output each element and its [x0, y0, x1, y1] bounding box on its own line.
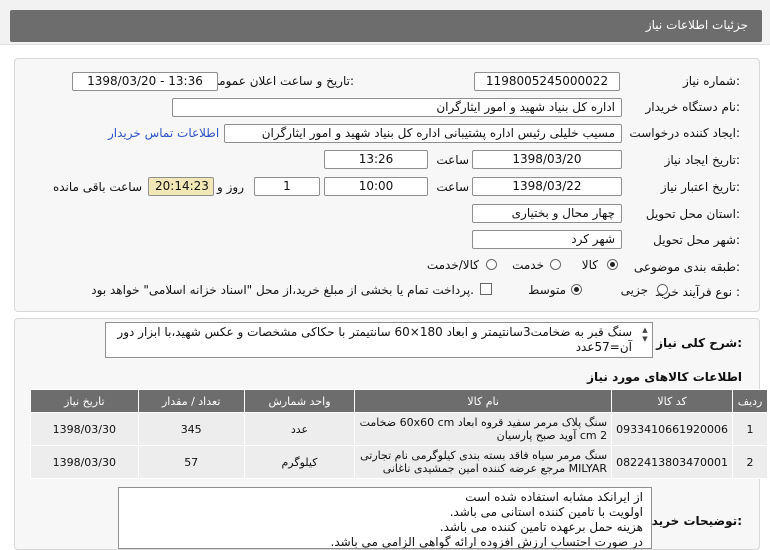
treasury-payment-checkbox[interactable]	[480, 283, 492, 295]
need-number-label: شماره نیاز:	[682, 74, 740, 88]
created-time-field: 13:26	[324, 150, 428, 169]
notes-line: اولویت با تامین کننده استانی می باشد.	[449, 505, 643, 519]
col-unit: واحد شمارش	[243, 389, 356, 413]
province-field: چهار محال و بختیاری	[472, 204, 622, 223]
validity-time-label: ساعت	[436, 180, 469, 194]
city-label: شهر محل تحویل:	[653, 233, 740, 247]
table-row: 1 0933410661920006 سنگ پلاک مرمر سفید قر…	[30, 412, 768, 446]
summary-scroll-icon[interactable]: ▲ ▼	[640, 326, 650, 344]
summary-label: شرح کلی نیاز:	[656, 336, 742, 350]
cell-quantity: 345	[137, 412, 245, 446]
created-date-label: تاریخ ایجاد نیاز:	[664, 153, 740, 167]
province-label: استان محل تحویل:	[645, 207, 740, 221]
cell-quantity: 57	[137, 445, 245, 479]
process-radio-minor[interactable]	[657, 284, 668, 295]
cell-unit: عدد	[243, 412, 356, 446]
remaining-time-label: ساعت باقی مانده	[52, 180, 142, 194]
notes-label: توضیحات خریدار:	[640, 514, 742, 528]
created-time-label: ساعت	[436, 153, 469, 167]
col-row: ردیف	[732, 389, 768, 413]
cell-row: 1	[732, 412, 768, 446]
notes-line: در صورت احتساب ارزش افزوده ارائه گواهی ا…	[330, 535, 643, 549]
validity-time-field: 10:00	[324, 177, 428, 196]
process-radio-medium[interactable]	[571, 284, 582, 295]
buyer-org-field: اداره کل بنیاد شهید و امور ایثارگران	[172, 98, 622, 117]
city-field: شهر کرد	[472, 230, 622, 249]
category-option-goods-service: کالا/خدمت	[426, 258, 479, 272]
cell-code: 0822413803470001	[611, 445, 734, 479]
cell-date: 1398/03/30	[30, 412, 139, 446]
requester-label: ایجاد کننده درخواست:	[629, 126, 740, 140]
page-title: جزئیات اطلاعات نیاز	[645, 18, 748, 32]
cell-row: 2	[732, 445, 768, 479]
category-radio-goods-service[interactable]	[486, 259, 497, 270]
cell-name: سنگ پلاک مرمر سفید قروه ابعاد 60x60 cm ض…	[354, 412, 613, 446]
validity-date-label: تاریخ اعتبار نیاز:	[660, 180, 740, 194]
category-option-goods: کالا	[581, 258, 598, 272]
table-row: 2 0822413803470001 سنگ مرمر سیاه فاقد بس…	[30, 445, 768, 479]
need-number-field: 1198005245000022	[474, 72, 620, 91]
category-radio-service[interactable]	[550, 259, 561, 270]
process-option-minor: جزیی	[620, 283, 648, 297]
goods-section-title: اطلاعات کالاهای مورد نیاز	[587, 370, 742, 384]
cell-code: 0933410661920006	[611, 412, 734, 446]
cell-unit: کیلوگرم	[243, 445, 356, 479]
goods-table: ردیف کد کالا نام کالا واحد شمارش تعداد /…	[30, 389, 768, 479]
page-header: جزئیات اطلاعات نیاز	[0, 0, 770, 45]
validity-days-label: روز و	[217, 180, 244, 194]
col-date: تاریخ نیاز	[30, 389, 139, 413]
cell-date: 1398/03/30	[30, 445, 139, 479]
announce-datetime-field: 1398/03/20 - 13:36	[72, 72, 218, 91]
remaining-time-field: 20:14:23	[148, 177, 214, 196]
requester-field: مسیب خلیلی رئیس اداره پشتیبانی اداره کل …	[224, 124, 622, 143]
announce-datetime-label: تاریخ و ساعت اعلان عمومی:	[209, 74, 354, 88]
category-option-service: خدمت	[512, 258, 544, 272]
col-quantity: تعداد / مقدار	[137, 389, 245, 413]
buyer-contact-link[interactable]: اطلاعات تماس خریدار	[108, 126, 219, 140]
validity-days-field: 1	[254, 177, 320, 196]
summary-textarea[interactable]: سنگ قبر به ضخامت3سانتیمتر و ابعاد 180×60…	[105, 322, 653, 358]
buyer-notes-textarea[interactable]: از ایرانکد مشابه استفاده شده است اولویت …	[118, 487, 652, 549]
created-date-field: 1398/03/20	[472, 150, 622, 169]
process-label: نوع فرآیند خرید :	[655, 285, 740, 299]
notes-line: هزینه حمل برعهده تامین کننده می باشد.	[439, 520, 643, 534]
cell-name: سنگ مرمر سیاه فاقد بسته بندی کیلوگرمی نا…	[354, 445, 613, 479]
notes-line: از ایرانکد مشابه استفاده شده است	[465, 490, 643, 504]
category-label: طبقه بندی موضوعی:	[633, 260, 740, 274]
process-option-medium: متوسط	[528, 283, 566, 297]
validity-date-field: 1398/03/22	[472, 177, 622, 196]
treasury-payment-note: پرداخت تمام یا بخشی از مبلغ خرید،از محل …	[91, 283, 474, 297]
col-code: کد کالا	[611, 389, 734, 413]
header-bar: جزئیات اطلاعات نیاز	[10, 10, 762, 42]
goods-table-header: ردیف کد کالا نام کالا واحد شمارش تعداد /…	[30, 389, 768, 413]
col-name: نام کالا	[354, 389, 613, 413]
buyer-org-label: نام دستگاه خریدار:	[645, 100, 741, 114]
category-radio-goods[interactable]	[607, 259, 618, 270]
